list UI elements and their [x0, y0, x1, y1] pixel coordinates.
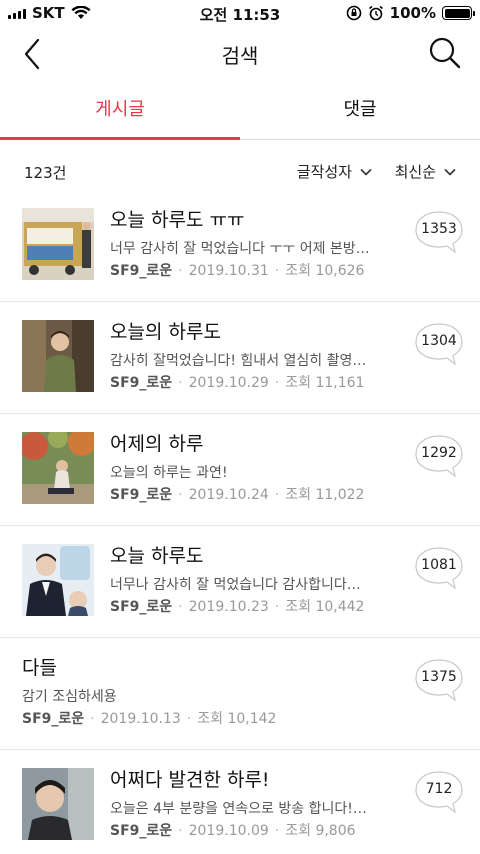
post-views: 조회 10,626: [285, 263, 365, 279]
post-title: 다들: [22, 657, 57, 679]
post-title: 오늘의 하루도: [110, 321, 221, 343]
comment-count-bubble: 1292: [414, 434, 464, 478]
search-icon[interactable]: [428, 36, 462, 70]
portrait-thumbnail: [22, 768, 94, 840]
post-date: 2019.10.23: [188, 599, 269, 615]
page-title: 검색: [221, 44, 259, 68]
post-date: 2019.10.09: [188, 823, 269, 839]
chevron-down-icon: [360, 168, 372, 176]
post-author: SF9_로운: [110, 599, 173, 615]
post-excerpt: 오늘은 4부 분량을 연속으로 방송 합니다!…: [110, 801, 367, 817]
comment-count: 1292: [421, 445, 457, 461]
comment-count: 1353: [421, 221, 457, 237]
author-filter-dropdown[interactable]: 글작성자: [297, 161, 372, 182]
orientation-lock-icon: [346, 5, 361, 21]
post-title: 어제의 하루: [110, 433, 204, 455]
food-truck-thumbnail: [22, 208, 94, 280]
chevron-down-icon: [444, 168, 456, 176]
comment-count: 1375: [421, 669, 457, 685]
uniform-thumbnail: [22, 544, 94, 616]
post-list: 오늘 하루도 ㅠㅠ 너무 감사히 잘 먹었습니다 ㅜㅜ 어제 본방… SF9_로…: [0, 190, 480, 854]
post-views: 조회 10,142: [197, 711, 277, 727]
list-item[interactable]: 어제의 하루 오늘의 하루는 과연! SF9_로운 · 2019.10.24 · 조회 …: [0, 414, 480, 526]
list-item[interactable]: 오늘 하루도 ㅠㅠ 너무 감사히 잘 먹었습니다 ㅜㅜ 어제 본방… SF9_로…: [0, 190, 480, 302]
post-excerpt: 너무 감사히 잘 먹었습니다 ㅜㅜ 어제 본방…: [110, 241, 370, 257]
list-item[interactable]: 어쩌다 발견한 하루! 오늘은 4부 분량을 연속으로 방송 합니다!… SF9…: [0, 750, 480, 854]
alarm-icon: [368, 5, 383, 21]
sort-dropdown[interactable]: 최신순: [395, 161, 456, 182]
tab-comments[interactable]: 댓글: [240, 88, 480, 139]
battery-percent: 100%: [389, 4, 436, 22]
post-title: 오늘 하루도: [110, 545, 204, 567]
tab-bar: 게시글 댓글: [0, 88, 480, 140]
comment-count: 712: [425, 781, 453, 797]
filter-bar: 123건 글작성자 최신순: [0, 152, 480, 192]
post-meta: SF9_로운 · 2019.10.09 · 조회 9,806: [110, 823, 356, 839]
nav-bar: 검색: [0, 26, 480, 82]
comment-count-bubble: 1081: [414, 546, 464, 590]
post-excerpt: 감사히 잘먹었습니다! 힘내서 열심히 촬영…: [110, 353, 367, 369]
tab-posts[interactable]: 게시글: [0, 88, 240, 140]
sort-label: 최신순: [394, 163, 436, 181]
post-date: 2019.10.31: [188, 263, 269, 279]
post-meta: SF9_로운 · 2019.10.29 · 조회 11,161: [110, 375, 365, 391]
post-excerpt: 너무나 감사히 잘 먹었습니다 감사합니다…: [110, 577, 361, 593]
post-excerpt: 감기 조심하세용: [22, 689, 117, 705]
status-bar: SKT 오전 11:53 100%: [0, 0, 480, 26]
post-author: SF9_로운: [110, 823, 173, 839]
list-item[interactable]: 오늘 하루도 너무나 감사히 잘 먹었습니다 감사합니다… SF9_로운 · 201…: [0, 526, 480, 638]
post-author: SF9_로운: [22, 711, 85, 727]
comment-count-bubble: 1375: [414, 658, 464, 702]
post-date: 2019.10.13: [100, 711, 181, 727]
post-title: 오늘 하루도 ㅠㅠ: [110, 209, 245, 231]
person-thumbnail: [22, 320, 94, 392]
post-views: 조회 11,161: [285, 375, 365, 391]
comment-count-bubble: 1353: [414, 210, 464, 254]
post-meta: SF9_로운 · 2019.10.13 · 조회 10,142: [22, 711, 277, 727]
post-views: 조회 10,442: [285, 599, 365, 615]
post-meta: SF9_로운 · 2019.10.24 · 조회 11,022: [110, 487, 365, 503]
post-meta: SF9_로운 · 2019.10.31 · 조회 10,626: [110, 263, 365, 279]
post-excerpt: 오늘의 하루는 과연!: [110, 465, 228, 481]
result-count: 123건: [24, 164, 67, 182]
list-item[interactable]: 오늘의 하루도 감사히 잘먹었습니다! 힘내서 열심히 촬영… SF9_로운 · 2…: [0, 302, 480, 414]
comment-count-bubble: 1304: [414, 322, 464, 366]
comment-count-bubble: 712: [414, 770, 464, 814]
post-views: 조회 11,022: [285, 487, 365, 503]
author-filter-label: 글작성자: [296, 163, 352, 181]
post-date: 2019.10.24: [188, 487, 269, 503]
list-item[interactable]: 다들 감기 조심하세용 SF9_로운 · 2019.10.13 · 조회 10,142 …: [0, 638, 480, 750]
post-meta: SF9_로운 · 2019.10.23 · 조회 10,442: [110, 599, 365, 615]
post-views: 조회 9,806: [285, 823, 356, 839]
post-title: 어쩌다 발견한 하루!: [110, 769, 270, 791]
post-author: SF9_로운: [110, 263, 173, 279]
post-author: SF9_로운: [110, 375, 173, 391]
post-date: 2019.10.29: [188, 375, 269, 391]
outdoor-thumbnail: [22, 432, 94, 504]
post-author: SF9_로운: [110, 487, 173, 503]
battery-icon: [442, 6, 475, 20]
comment-count: 1081: [421, 557, 457, 573]
comment-count: 1304: [421, 333, 457, 349]
